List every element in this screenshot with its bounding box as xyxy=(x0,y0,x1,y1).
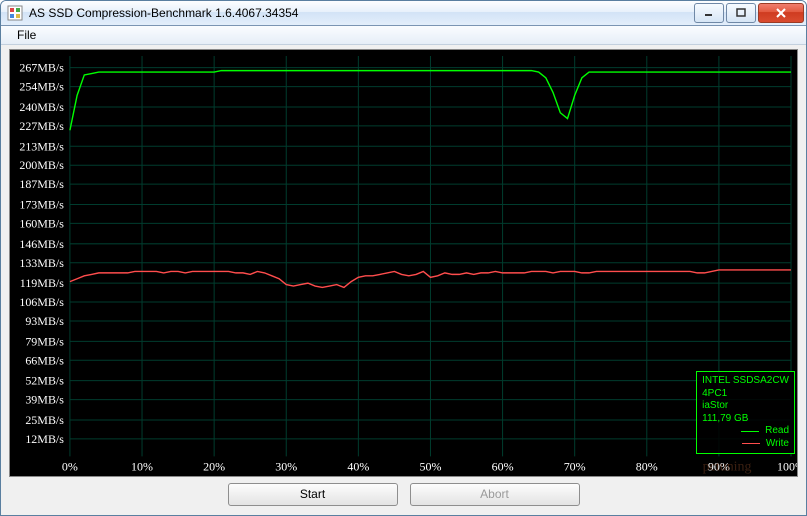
legend-read-label: Read xyxy=(765,425,789,438)
legend-driver: iaStor xyxy=(702,400,789,413)
app-window: AS SSD Compression-Benchmark 1.6.4067.34… xyxy=(0,0,807,516)
svg-text:80%: 80% xyxy=(636,459,658,473)
svg-text:10%: 10% xyxy=(131,459,153,473)
svg-text:213MB/s: 213MB/s xyxy=(19,139,64,153)
svg-text:20%: 20% xyxy=(203,459,225,473)
button-row: Start Abort xyxy=(9,477,798,511)
svg-text:240MB/s: 240MB/s xyxy=(19,100,64,114)
legend-read: Read xyxy=(702,425,789,438)
window-controls xyxy=(694,3,804,23)
window-title: AS SSD Compression-Benchmark 1.6.4067.34… xyxy=(29,6,694,20)
svg-text:227MB/s: 227MB/s xyxy=(19,118,64,132)
svg-text:254MB/s: 254MB/s xyxy=(19,79,64,93)
svg-text:133MB/s: 133MB/s xyxy=(19,255,64,269)
legend-read-swatch xyxy=(741,431,759,432)
svg-text:39MB/s: 39MB/s xyxy=(25,392,64,406)
svg-text:79MB/s: 79MB/s xyxy=(25,334,64,348)
svg-text:100%: 100% xyxy=(777,459,797,473)
abort-button[interactable]: Abort xyxy=(410,483,580,506)
legend-write-label: Write xyxy=(766,438,789,451)
legend-box: INTEL SSDSA2CW 4PC1 iaStor 111,79 GB Rea… xyxy=(696,371,795,454)
legend-write-swatch xyxy=(742,443,760,444)
menubar: File xyxy=(1,26,806,45)
close-button[interactable] xyxy=(758,3,804,23)
svg-text:60%: 60% xyxy=(492,459,514,473)
minimize-button[interactable] xyxy=(694,3,724,23)
svg-text:160MB/s: 160MB/s xyxy=(19,216,64,230)
svg-text:70%: 70% xyxy=(564,459,586,473)
svg-text:12MB/s: 12MB/s xyxy=(25,431,64,445)
svg-text:25MB/s: 25MB/s xyxy=(25,412,64,426)
app-icon xyxy=(7,5,23,21)
svg-text:0%: 0% xyxy=(62,459,78,473)
svg-text:93MB/s: 93MB/s xyxy=(25,313,64,327)
titlebar[interactable]: AS SSD Compression-Benchmark 1.6.4067.34… xyxy=(1,1,806,26)
svg-text:52MB/s: 52MB/s xyxy=(25,373,64,387)
svg-text:50%: 50% xyxy=(419,459,441,473)
svg-text:66MB/s: 66MB/s xyxy=(25,353,64,367)
svg-text:106MB/s: 106MB/s xyxy=(19,295,64,309)
chart-svg: 12MB/s 25MB/s 39MB/s 52MB/s 66MB/s 79MB/s 93MB… xyxy=(10,50,797,476)
maximize-button[interactable] xyxy=(726,3,756,23)
svg-text:267MB/s: 267MB/s xyxy=(19,60,64,74)
svg-text:187MB/s: 187MB/s xyxy=(19,177,64,191)
chart-area: 12MB/s 25MB/s 39MB/s 52MB/s 66MB/s 79MB/s 93MB… xyxy=(1,45,806,515)
legend-line2: 4PC1 xyxy=(702,388,789,401)
chart: 12MB/s 25MB/s 39MB/s 52MB/s 66MB/s 79MB/s 93MB… xyxy=(9,49,798,477)
start-button[interactable]: Start xyxy=(228,483,398,506)
legend-write: Write xyxy=(702,438,789,451)
menu-file[interactable]: File xyxy=(9,26,44,44)
legend-device: INTEL SSDSA2CW xyxy=(702,375,789,388)
legend-capacity: 111,79 GB xyxy=(702,413,789,426)
svg-text:119MB/s: 119MB/s xyxy=(20,276,64,290)
svg-text:pctuning: pctuning xyxy=(703,458,752,474)
svg-text:173MB/s: 173MB/s xyxy=(19,197,64,211)
svg-text:146MB/s: 146MB/s xyxy=(19,236,64,250)
svg-text:40%: 40% xyxy=(347,459,369,473)
svg-text:200MB/s: 200MB/s xyxy=(19,158,64,172)
svg-text:30%: 30% xyxy=(275,459,297,473)
